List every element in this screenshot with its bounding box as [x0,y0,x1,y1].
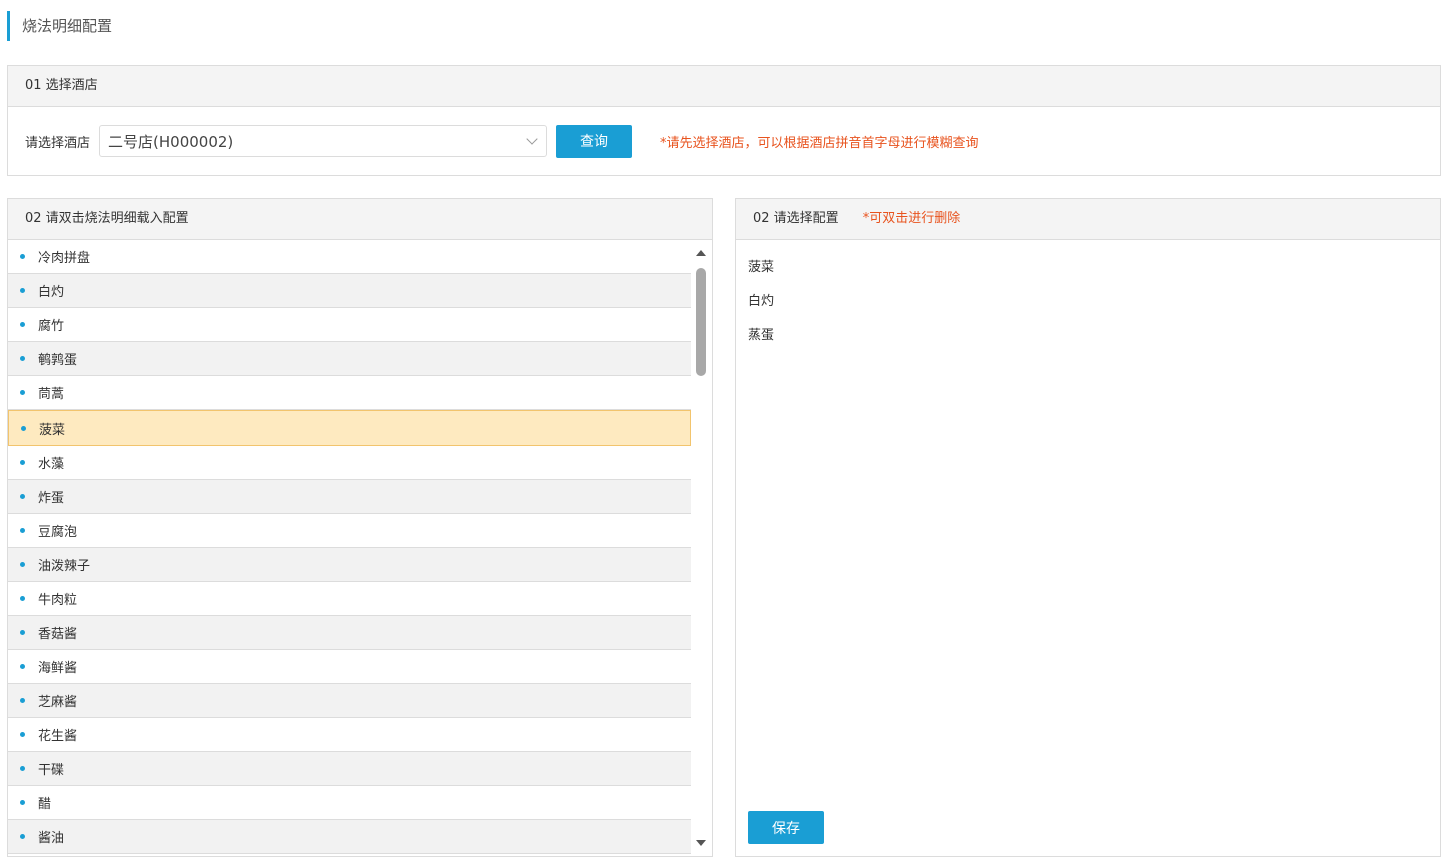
detail-list-item-label: 水藻 [38,457,65,472]
detail-list-item-label: 酱油 [38,831,65,846]
detail-list-item[interactable]: 豆腐泡 [8,514,691,548]
detail-list-item-label: 菠菜 [39,422,66,438]
config-list-item[interactable]: 白灼 [748,285,774,319]
bullet-dot-icon [20,494,25,499]
detail-list-item-label: 醋 [38,797,52,812]
scroll-up-arrow-icon[interactable] [696,250,706,256]
detail-list-item-label: 香菇酱 [38,627,78,642]
bullet-dot-icon [20,630,25,635]
config-list: 菠菜 白灼 蒸蛋 [748,251,774,353]
hotel-select[interactable]: 二号店(H000002) [99,125,548,157]
config-panel: 02 请选择配置 *可双击进行删除 菠菜 白灼 蒸蛋 保存 [735,198,1441,857]
config-list-item[interactable]: 菠菜 [748,251,774,285]
detail-list-item[interactable]: 花生酱 [8,718,691,752]
chevron-down-icon [526,133,538,145]
detail-list-item-label: 干碟 [38,763,65,778]
detail-list-item[interactable]: 酱油 [8,820,691,854]
detail-list-item[interactable]: 鹌鹑蛋 [8,342,691,376]
bullet-dot-icon [20,528,25,533]
detail-list-item[interactable]: 油泼辣子 [8,548,691,582]
config-panel-title: 02 请选择配置 [753,211,839,226]
detail-list-item-label: 芝麻酱 [38,695,78,710]
page-title: 烧法明细配置 [7,11,112,41]
detail-list-item[interactable]: 海鲜酱 [8,650,691,684]
bullet-dot-icon [20,800,25,805]
hotel-hint: *请先选择酒店，可以根据酒店拼音首字母进行模糊查询 [660,135,979,151]
detail-list-item[interactable]: 醋 [8,786,691,820]
detail-list-item-label: 海鲜酱 [38,661,78,676]
bullet-dot-icon [21,425,26,431]
config-list-item[interactable]: 蒸蛋 [748,319,774,353]
bullet-dot-icon [20,834,25,839]
config-panel-header: 02 请选择配置 *可双击进行删除 [736,199,1440,240]
detail-list: 冷肉拼盘白灼腐竹鹌鹑蛋茼蒿菠菜水藻炸蛋豆腐泡油泼辣子牛肉粒香菇酱海鲜酱芝麻酱花生… [8,240,691,856]
detail-list-item[interactable]: 茼蒿 [8,376,691,410]
detail-list-item-label: 炸蛋 [38,491,65,506]
detail-list-item-label: 鹌鹑蛋 [38,353,78,368]
bullet-dot-icon [20,664,25,669]
hotel-select-panel: 01 选择酒店 请选择酒店 二号店(H000002) 查询 *请先选择酒店，可以… [7,65,1441,176]
detail-list-scrollbar[interactable] [691,240,712,856]
bullet-dot-icon [20,698,25,703]
bullet-dot-icon [20,562,25,567]
bullet-dot-icon [20,390,25,395]
hotel-label: 请选择酒店 [25,135,91,151]
detail-list-panel: 02 请双击烧法明细载入配置 冷肉拼盘白灼腐竹鹌鹑蛋茼蒿菠菜水藻炸蛋豆腐泡油泼辣… [7,198,713,857]
hotel-select-value: 二号店(H000002) [108,132,234,151]
scrollbar-thumb[interactable] [696,268,706,376]
save-button[interactable]: 保存 [748,811,824,844]
config-panel-hint: *可双击进行删除 [862,211,961,226]
detail-list-item-label: 牛肉粒 [38,593,78,608]
detail-list-item[interactable]: 水藻 [8,446,691,480]
detail-panel-header: 02 请双击烧法明细载入配置 [8,199,712,240]
detail-list-item-label: 冷肉拼盘 [38,251,91,266]
detail-list-item[interactable]: 冷肉拼盘 [8,240,691,274]
detail-list-item[interactable]: 菠菜 [8,410,691,446]
detail-list-item-label: 腐竹 [38,319,65,334]
detail-list-item[interactable]: 干碟 [8,752,691,786]
hotel-panel-header: 01 选择酒店 [8,66,1440,107]
detail-list-item-label: 豆腐泡 [38,525,78,540]
detail-list-item[interactable]: 腐竹 [8,308,691,342]
detail-list-item-label: 油泼辣子 [38,559,91,574]
query-button[interactable]: 查询 [556,124,633,158]
bullet-dot-icon [20,766,25,771]
detail-list-item-label: 茼蒿 [38,387,65,402]
bullet-dot-icon [20,254,25,259]
detail-list-item[interactable]: 炸蛋 [8,480,691,514]
bullet-dot-icon [20,356,25,361]
detail-list-item-label: 白灼 [38,285,65,300]
bullet-dot-icon [20,596,25,601]
scroll-down-arrow-icon[interactable] [696,840,706,846]
bullet-dot-icon [20,460,25,465]
detail-list-item[interactable]: 芝麻酱 [8,684,691,718]
detail-list-item[interactable]: 白灼 [8,274,691,308]
bullet-dot-icon [20,732,25,737]
detail-list-item[interactable]: 牛肉粒 [8,582,691,616]
detail-list-item-label: 花生酱 [38,729,78,744]
detail-list-item[interactable]: 香菇酱 [8,616,691,650]
bullet-dot-icon [20,288,25,293]
hotel-query-row: 请选择酒店 二号店(H000002) 查询 *请先选择酒店，可以根据酒店拼音首字… [25,124,979,158]
bullet-dot-icon [20,322,25,327]
